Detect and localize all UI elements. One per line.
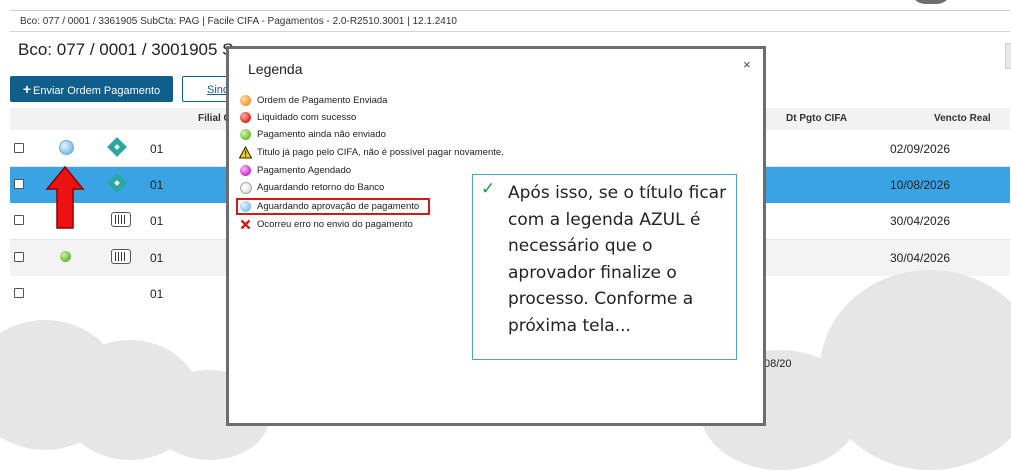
legend-label: Pagamento Agendado <box>257 165 352 176</box>
highlight-box <box>236 198 430 215</box>
col-vencto-real[interactable]: Vencto Real <box>934 113 991 124</box>
diamond-icon <box>107 137 127 157</box>
row-vencto-real: 02/09/2026 <box>890 142 951 156</box>
legend-label: Ordem de Pagamento Enviada <box>257 95 388 106</box>
col-dt-pgto-cifa[interactable]: Dt Pgto CIFA <box>786 113 847 124</box>
legend-label: Pagamento ainda não enviado <box>257 129 386 140</box>
row-number: 01 <box>150 251 164 265</box>
decorative-shape <box>911 0 951 4</box>
legend-label: Aguardando retorno do Banco <box>257 182 385 193</box>
peek-date: 08/20 <box>764 358 792 370</box>
barcode-icon <box>111 249 131 264</box>
red-ball-icon <box>240 112 251 123</box>
magenta-ball-icon <box>240 165 251 176</box>
note-text: Após isso, se o título ficar com a legen… <box>508 183 727 336</box>
check-icon: ✓ <box>481 179 496 198</box>
row-checkbox[interactable] <box>14 179 24 189</box>
white-ball-icon <box>240 182 252 194</box>
enviar-ordem-pagamento-button[interactable]: + Enviar Ordem Pagamento <box>10 76 173 102</box>
row-vencto-real: 30/04/2026 <box>890 251 951 265</box>
green-ball-icon <box>240 129 251 140</box>
row-number: 01 <box>150 178 164 192</box>
row-vencto-real: 30/04/2026 <box>890 214 951 228</box>
page-header: Bco: 077 / 0001 / 3001905 S <box>18 40 234 59</box>
diamond-icon <box>107 173 127 193</box>
close-icon[interactable]: × <box>743 57 751 72</box>
row-checkbox[interactable] <box>14 143 24 153</box>
row-number: 01 <box>150 287 164 301</box>
row-number: 01 <box>150 214 164 228</box>
plus-icon: + <box>22 81 31 97</box>
window-title: Bco: 077 / 0001 / 3361905 SubCta: PAG | … <box>10 10 1010 32</box>
modal-title: Legenda <box>248 61 303 77</box>
row-number: 01 <box>150 142 164 156</box>
row-checkbox[interactable] <box>14 215 24 225</box>
red-x-icon <box>240 219 251 230</box>
row-checkbox[interactable] <box>14 288 24 298</box>
barcode-icon <box>111 212 131 227</box>
legend-label: Liquidado com sucesso <box>257 112 357 123</box>
row-checkbox[interactable] <box>14 252 24 262</box>
row-vencto-real: 10/08/2026 <box>890 178 951 192</box>
status-blue-icon <box>59 140 74 155</box>
red-arrow-icon <box>45 165 85 229</box>
header-side-button[interactable] <box>1005 43 1011 69</box>
enviar-ordem-label: Enviar Ordem Pagamento <box>33 85 161 97</box>
legend-label: Ocorreu erro no envio do pagamento <box>257 219 413 230</box>
legend-label: Titulo já pago pelo CIFA, não é possível… <box>257 147 504 158</box>
orange-ball-icon <box>240 95 251 106</box>
warning-triangle-icon <box>239 146 252 159</box>
status-green-icon <box>60 251 71 262</box>
